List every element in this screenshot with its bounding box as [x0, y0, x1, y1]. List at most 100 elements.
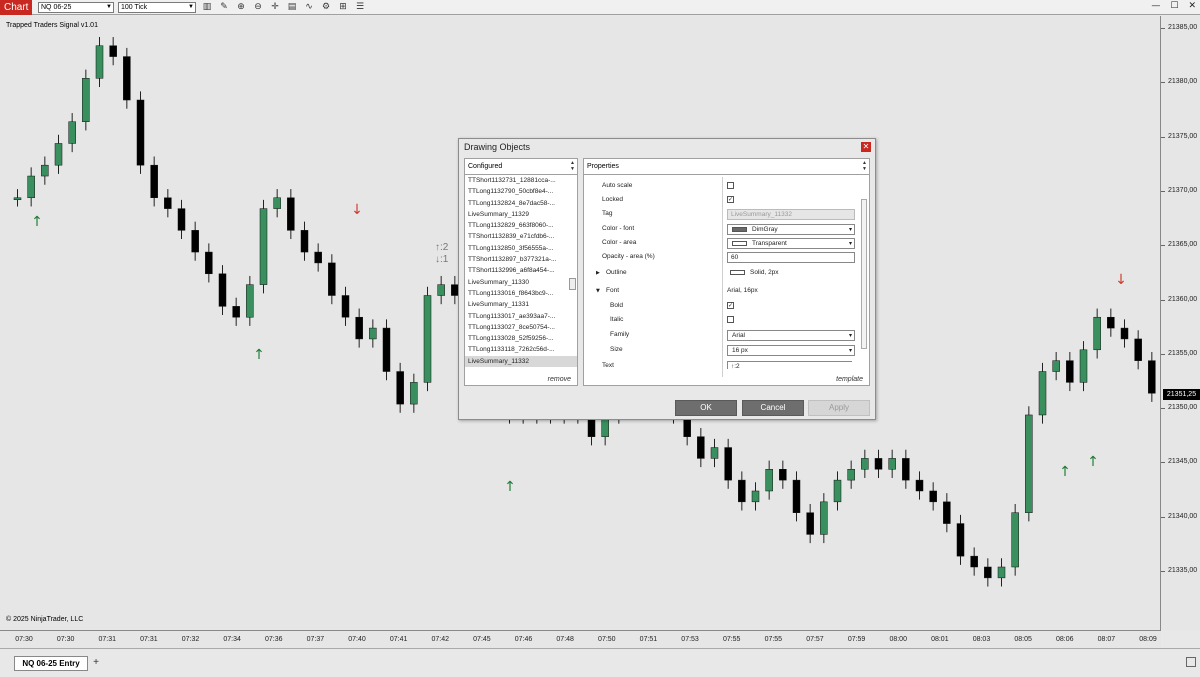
resize-grip[interactable]: [1186, 657, 1196, 667]
auto-scale-checkbox[interactable]: [727, 182, 734, 189]
candle: [956, 523, 965, 557]
candle: [1052, 360, 1060, 372]
properties-header: Properties ▲ ▼: [584, 159, 869, 175]
expand-arrow-icon[interactable]: ▶: [596, 266, 600, 280]
candle: [328, 262, 336, 296]
candle: [997, 566, 1006, 579]
family-value: Arial: [732, 332, 746, 339]
apply-button[interactable]: Apply: [808, 400, 870, 416]
candle: [984, 566, 992, 579]
configured-list-item[interactable]: TTShort1132996_a6f8a454-...: [465, 265, 577, 276]
prop-label: Font: [606, 287, 620, 294]
candle: [724, 447, 732, 481]
tag-field: LiveSummary_11332: [727, 209, 855, 220]
candle: [150, 164, 158, 199]
configured-list-item[interactable]: TTLong1133027_8ce50754-...: [465, 322, 577, 333]
indicators-icon[interactable]: ∿: [303, 1, 315, 13]
italic-checkbox[interactable]: [727, 316, 734, 323]
candle: [847, 469, 855, 481]
long-signal-arrow-icon: ↑: [253, 347, 265, 363]
chart-menu-tab[interactable]: Chart: [0, 0, 32, 15]
configured-list-item[interactable]: TTLong1132790_50cbf8e4-...: [465, 186, 577, 197]
configured-list-item[interactable]: TTShort1132839_e71cfdb6-...: [465, 231, 577, 242]
tab-nq-entry[interactable]: NQ 06-25 Entry: [14, 656, 88, 671]
configured-list-item[interactable]: LiveSummary_11329: [465, 209, 577, 220]
configured-list-item[interactable]: LiveSummary_11331: [465, 299, 577, 310]
time-label: 07:53: [681, 636, 699, 643]
color-font-value: DimGray: [752, 226, 778, 233]
candle: [382, 327, 391, 372]
template-link[interactable]: template: [836, 376, 863, 383]
dialog-title: Drawing Objects: [464, 142, 531, 152]
price-tick: [1161, 571, 1165, 572]
current-price-marker: 21351,25: [1163, 389, 1200, 400]
configured-list-item[interactable]: TTShort1132731_12881cca-...: [465, 175, 577, 186]
color-font-dropdown[interactable]: DimGray ▾: [727, 224, 855, 235]
bold-checkbox[interactable]: ✓: [727, 302, 734, 309]
configured-list-item[interactable]: TTLong1133017_ae393aa7-...: [465, 311, 577, 322]
data-box-icon[interactable]: ▤: [286, 1, 298, 13]
configured-header: Configured ▲ ▼: [465, 159, 577, 175]
zoom-in-icon[interactable]: ⊕: [235, 1, 247, 13]
instrument-selector[interactable]: NQ 06-25 ▼: [38, 1, 114, 13]
configured-list-item[interactable]: TTLong1133118_7262c56d-...: [465, 344, 577, 355]
opacity-field[interactable]: 60: [727, 252, 855, 263]
candle: [1066, 360, 1074, 383]
time-label: 07:36: [265, 636, 283, 643]
chevron-down-icon: ▾: [848, 332, 852, 339]
transparent-swatch-icon: [732, 240, 747, 246]
long-signal-arrow-icon: ↑: [31, 214, 43, 230]
close-icon[interactable]: ✕: [1188, 1, 1196, 11]
collapse-arrow-icon[interactable]: ▼: [596, 284, 600, 298]
crosshair-icon[interactable]: ✛: [269, 1, 281, 13]
price-tick: [1161, 136, 1165, 138]
configured-list-item[interactable]: TTLong1132829_663f8060-...: [465, 220, 577, 231]
configured-list-item[interactable]: TTLong1133028_52f59256-...: [465, 333, 577, 344]
properties-scrollbar[interactable]: [861, 199, 867, 349]
price-tick: [1161, 28, 1165, 29]
price-tick: [1161, 245, 1165, 247]
price-axis[interactable]: 21385,00 21380,00 21375,00 21370,00 21365,00…: [1161, 16, 1200, 630]
bars-type-icon[interactable]: ▥: [201, 1, 213, 13]
configured-scrollbar[interactable]: [569, 178, 576, 378]
properties-icon[interactable]: ☰: [354, 1, 366, 13]
font-size-dropdown[interactable]: 16 px ▾: [727, 345, 855, 356]
time-axis[interactable]: 07:30 07:30 07:31 07:31 07:32 07:34 07:36 07:37…: [0, 630, 1161, 648]
scroll-thumb[interactable]: [569, 278, 576, 290]
window-controls: — ☐ ✕: [1151, 1, 1196, 11]
configured-list-item[interactable]: TTShort1132897_b377321a-...: [465, 254, 577, 265]
prop-color-font: Color - font DimGray ▾: [584, 222, 855, 236]
add-tab-button[interactable]: +: [90, 657, 102, 670]
remove-link[interactable]: remove: [548, 376, 571, 383]
locked-checkbox[interactable]: ✓: [727, 196, 734, 203]
sort-spinner-icon[interactable]: ▲ ▼: [862, 160, 867, 172]
color-area-dropdown[interactable]: Transparent ▾: [727, 238, 855, 249]
price-label: 21360,00: [1168, 295, 1198, 303]
time-label: 07:30: [56, 636, 75, 643]
prop-italic: Italic: [584, 313, 852, 327]
zoom-out-icon[interactable]: ⊖: [252, 1, 264, 13]
dialog-close-button[interactable]: ✕: [861, 142, 871, 152]
text-field[interactable]: ↑:2: [727, 361, 852, 369]
maximize-icon[interactable]: ☐: [1170, 1, 1178, 11]
cancel-button[interactable]: Cancel: [742, 400, 804, 416]
templates-icon[interactable]: ⊞: [337, 1, 349, 13]
drawing-tool-icon[interactable]: ✎: [218, 1, 230, 13]
sort-spinner-icon[interactable]: ▲ ▼: [570, 160, 575, 172]
time-label: 07:59: [847, 636, 866, 643]
interval-selector[interactable]: 100 Tick ▼: [118, 1, 196, 13]
strategies-icon[interactable]: ⚙: [320, 1, 332, 13]
prop-size: Size 16 px ▾: [584, 343, 855, 357]
dimgray-swatch-icon: [732, 226, 747, 232]
configured-list-item[interactable]: TTLong1132824_8e7dac58-...: [465, 198, 577, 209]
configured-list-item[interactable]: LiveSummary_11330: [465, 277, 577, 288]
configured-list-item[interactable]: TTLong1133016_f8643bc9-...: [465, 288, 577, 299]
ok-button[interactable]: OK: [675, 400, 737, 416]
font-family-dropdown[interactable]: Arial ▾: [727, 330, 855, 341]
configured-list-item[interactable]: LiveSummary_11332: [465, 355, 577, 368]
candle: [1025, 414, 1033, 513]
minimize-icon[interactable]: —: [1151, 1, 1160, 11]
configured-list-item[interactable]: TTLong1132850_3f56555a-...: [465, 243, 577, 254]
candle: [136, 99, 145, 166]
candle: [410, 382, 418, 405]
